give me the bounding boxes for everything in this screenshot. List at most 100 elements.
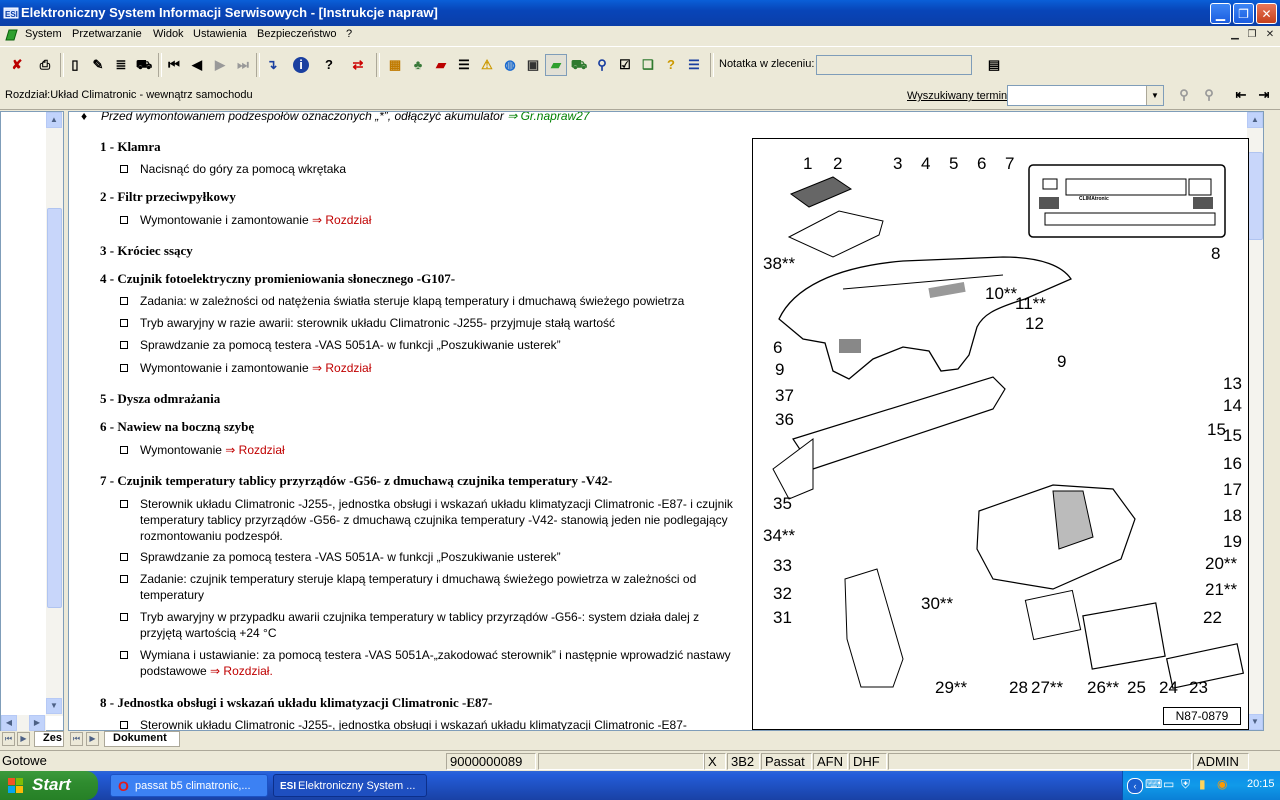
tool-1-button[interactable]: ▦ xyxy=(384,54,406,76)
next-page-button[interactable]: ▶ xyxy=(209,54,231,76)
globe-button[interactable]: ◍ xyxy=(499,54,521,76)
vehicle-button[interactable]: ⛟ xyxy=(133,54,155,76)
search-term-combobox[interactable]: ▼ xyxy=(1007,85,1164,106)
tool-7-button[interactable]: ▣ xyxy=(522,54,544,76)
search-prev-button[interactable]: ⚲ xyxy=(1173,84,1195,106)
diagram-drawing: 1 2 3 4 5 6 78910**11**12131415151617181920**2… xyxy=(763,154,1245,697)
mdi-restore-button[interactable]: ❐ xyxy=(1245,29,1259,41)
tool-2-button[interactable]: ♣ xyxy=(407,54,429,76)
previous-page-button[interactable]: ◀ xyxy=(186,54,208,76)
scroll-right-icon[interactable]: ▶ xyxy=(29,715,45,731)
minimize-button[interactable]: ▁ xyxy=(1210,3,1231,24)
scroll-down-icon[interactable]: ▼ xyxy=(1247,714,1263,730)
scroll-left-icon[interactable]: ◀ xyxy=(1,715,17,731)
nav-vertical-scrollbar[interactable]: ▲ ▼ xyxy=(46,112,63,716)
document-icon[interactable] xyxy=(4,28,18,42)
nav-horizontal-scrollbar[interactable]: ◀ ▶ xyxy=(1,715,46,731)
first-page-button[interactable]: ⏮ xyxy=(163,54,185,76)
print-button[interactable]: ⎙ xyxy=(34,54,56,76)
chapter-link[interactable]: ⇒ Rozdział. xyxy=(210,664,273,678)
chapter-link[interactable]: ⇒ Rozdział xyxy=(312,361,371,375)
tab-zestaw[interactable]: Zes xyxy=(34,731,64,747)
printer-icon: ⎙ xyxy=(39,57,51,72)
tool-12-button[interactable]: ❏ xyxy=(637,54,659,76)
globe-icon: ◍ xyxy=(504,57,516,72)
menu-ustawienia[interactable]: Ustawienia xyxy=(193,28,247,40)
chevron-down-icon[interactable]: ▼ xyxy=(1146,86,1163,105)
callout-label: 24 xyxy=(1159,678,1178,697)
tab-next-icon[interactable]: ▶ xyxy=(86,732,99,746)
menu-system[interactable]: System xyxy=(25,28,62,40)
callout-label: 15 xyxy=(1207,420,1226,439)
bullet-text-content: Tryb awaryjny w przypadku awarii czujnik… xyxy=(140,610,700,640)
chapter-link[interactable]: ⇒ Rozdział xyxy=(312,213,371,227)
tool-9-button[interactable]: ⛟ xyxy=(568,54,590,76)
tab-first-icon[interactable]: ⏮ xyxy=(70,732,83,746)
network-icon[interactable]: ⌨ xyxy=(1145,777,1162,791)
tray-expand-icon[interactable]: ‹ xyxy=(1127,778,1143,794)
edit-page-button[interactable]: ✎ xyxy=(87,54,109,76)
expand-button[interactable]: ⇥ xyxy=(1253,84,1275,106)
bullet-text-content: Zadania: w zależności od natężenia świat… xyxy=(140,294,685,308)
search-next-button[interactable]: ⚲ xyxy=(1198,84,1220,106)
intro-link[interactable]: ⇒ Gr.napraw27 xyxy=(507,112,589,123)
tab-dokument[interactable]: Dokument xyxy=(104,731,180,747)
exit-button[interactable]: ✘ xyxy=(6,54,28,76)
taskbar-item-browser[interactable]: O passat b5 climatronic,... xyxy=(110,774,268,797)
scroll-up-icon[interactable]: ▲ xyxy=(46,112,62,128)
opera-icon: O xyxy=(118,778,129,794)
menu-help[interactable]: ? xyxy=(346,28,352,40)
section-heading: 6 - Nawiew na boczną szybę xyxy=(100,419,255,434)
update-icon[interactable]: ◉ xyxy=(1217,777,1227,791)
next-icon: ▶ xyxy=(215,57,225,72)
doc-vertical-scrollbar[interactable]: ▲ ▼ xyxy=(1247,112,1263,730)
warning-button[interactable]: ⚠ xyxy=(476,54,498,76)
binoculars-right-icon: ⚲ xyxy=(1204,87,1214,102)
close-button[interactable]: ✕ xyxy=(1256,3,1277,24)
bullet-square-icon xyxy=(120,319,128,327)
scroll-up-icon[interactable]: ▲ xyxy=(1247,112,1263,128)
collapse-button[interactable]: ⇤ xyxy=(1230,84,1252,106)
volume-icon[interactable]: ▮ xyxy=(1199,777,1206,791)
menu-bar: System Przetwarzanie Widok Ustawienia Be… xyxy=(0,26,1280,45)
section-heading: 8 - Jednostka obsługi i wskazań układu k… xyxy=(100,695,493,710)
jump-button[interactable]: ↴ xyxy=(261,54,283,76)
last-page-button[interactable]: ⏭ xyxy=(232,54,254,76)
menu-widok[interactable]: Widok xyxy=(153,28,184,40)
bullet-text: Wymontowanie i zamontowanie ⇒ Rozdział xyxy=(140,212,740,228)
info-button[interactable]: i xyxy=(290,54,312,76)
security-icon[interactable]: ⛨ xyxy=(1181,777,1190,792)
tool-11-button[interactable]: ☑ xyxy=(614,54,636,76)
tool-10-button[interactable]: ⚲ xyxy=(591,54,613,76)
taskbar-item-esi[interactable]: ESI Elektroniczny System ... xyxy=(273,774,427,797)
tool-3-button[interactable]: ▰ xyxy=(430,54,452,76)
restore-button[interactable]: ❐ xyxy=(1233,3,1254,24)
scroll-thumb[interactable] xyxy=(1248,152,1263,240)
title-bar[interactable]: ESI Elektroniczny System Informacji Serw… xyxy=(0,0,1280,26)
new-page-button[interactable]: ▯ xyxy=(64,54,86,76)
mdi-minimize-button[interactable]: ▁ xyxy=(1228,29,1242,41)
mdi-close-button[interactable]: ✕ xyxy=(1263,29,1277,41)
tool-4-button[interactable]: ☰ xyxy=(453,54,475,76)
tab-first-icon[interactable]: ⏮ xyxy=(2,732,15,746)
switch-button[interactable]: ⇄ xyxy=(347,54,369,76)
app-logo-icon[interactable]: ESI xyxy=(3,5,19,21)
tool-8-button[interactable]: ▰ xyxy=(545,54,567,76)
scroll-down-icon[interactable]: ▼ xyxy=(46,698,62,714)
start-button[interactable]: Start xyxy=(0,771,98,800)
menu-przetwarzanie[interactable]: Przetwarzanie xyxy=(72,28,142,40)
tab-next-icon[interactable]: ▶ xyxy=(17,732,30,746)
bullet-text: Sterownik układu Climatronic -J255-, jed… xyxy=(140,717,740,730)
chapter-link[interactable]: ⇒ Rozdział xyxy=(225,443,284,457)
callout-label: 2 xyxy=(833,154,842,173)
tool-14-button[interactable]: ☰ xyxy=(683,54,705,76)
document-button[interactable]: ≣ xyxy=(110,54,132,76)
tool-13-button[interactable]: ? xyxy=(660,54,682,76)
note-edit-button[interactable]: ▤ xyxy=(983,54,1005,76)
callout-label: 38** xyxy=(763,254,796,273)
monitor-icon[interactable]: ▭ xyxy=(1163,777,1174,791)
scroll-thumb[interactable] xyxy=(47,208,62,608)
help-button[interactable]: ? xyxy=(318,54,340,76)
note-field[interactable] xyxy=(816,55,972,75)
menu-bezpieczenstwo[interactable]: Bezpieczeństwo xyxy=(257,28,337,40)
